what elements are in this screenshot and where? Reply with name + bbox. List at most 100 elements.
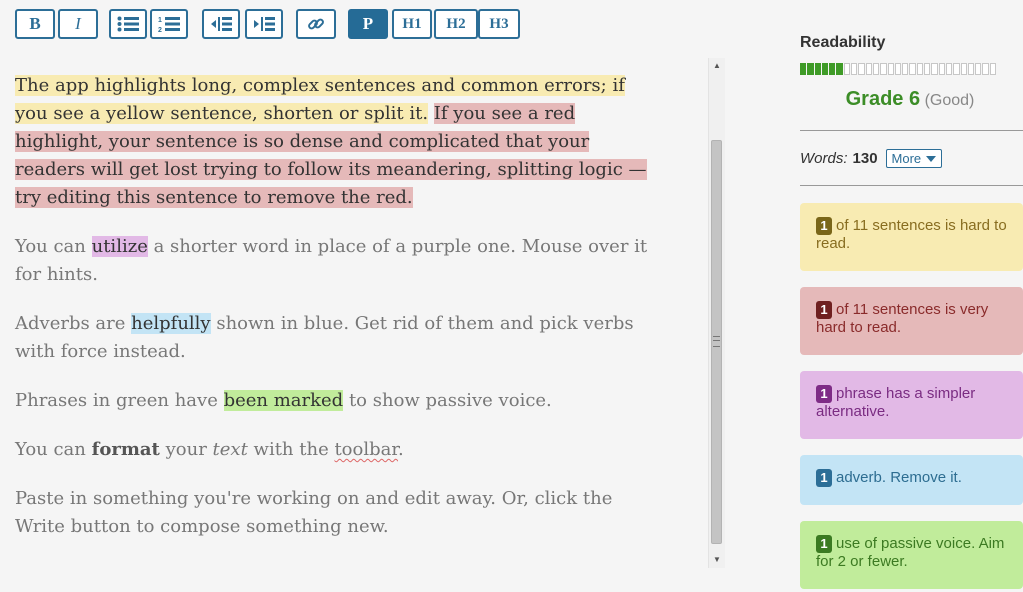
meter-segment [872,63,880,75]
grade-note: (Good) [924,92,975,109]
more-button[interactable]: More [885,149,943,168]
heading-2-button[interactable]: H2 [434,9,478,39]
indent-button[interactable] [245,9,283,39]
editor-area[interactable]: The app highlights long, complex sentenc… [0,58,708,568]
meter-segment [938,63,945,75]
text: You can [15,236,92,257]
grip-icon [713,336,720,347]
readability-sidebar: Readability Grade 6 (Good) Words: 130 Mo… [800,0,1023,592]
italic-button[interactable]: I [58,9,98,39]
meter-segment [982,63,989,75]
passive-voice-highlight[interactable]: been marked [223,390,344,411]
grade-display: Grade 6 (Good) [800,88,1020,111]
paragraph-2: You can utilize a shorter word in place … [15,233,655,289]
text: to show passive voice. [343,390,552,411]
card-text: of 11 sentences is very hard to read. [816,301,989,336]
meter-segment [967,63,975,75]
word-count: Words: 130 More [800,149,943,168]
count-badge: 1 [816,385,832,403]
spellcheck-word: toolbar [334,439,398,460]
readability-title: Readability [800,34,886,51]
scroll-down-arrow-icon[interactable]: ▼ [709,552,725,568]
caret-down-icon [926,155,937,162]
text: . [398,439,404,460]
scrolled-off-heading [15,58,655,66]
text: with the [247,439,335,460]
outdent-icon [211,17,232,31]
paragraph-6: Paste in something you're working on and… [15,488,613,537]
meter-segment [807,63,814,75]
meter-segment [916,63,924,75]
scroll-up-arrow-icon[interactable]: ▲ [709,58,725,74]
meter-segment [945,63,953,75]
card-text: adverb. Remove it. [836,469,962,486]
count-badge: 1 [816,535,832,553]
editor-scrollbar[interactable]: ▲ ▼ [708,58,725,568]
paragraph-5: You can format your text with the toolba… [15,436,655,464]
svg-text:2: 2 [158,27,162,33]
meter-segment [880,63,887,75]
bulleted-list-button[interactable] [109,9,147,39]
more-label: More [891,151,922,166]
meter-segment [989,63,997,75]
meter-segment [953,63,960,75]
meter-segment [894,63,902,75]
meter-segment [851,63,858,75]
meter-segment [800,63,807,75]
text: You can [15,439,92,460]
meter-segment [843,63,851,75]
meter-segment [858,63,865,75]
paragraph-3: Adverbs are helpfully shown in blue. Get… [15,310,655,366]
paragraph-button[interactable]: P [348,9,388,39]
adverb-card: 1 adverb. Remove it. [800,455,1023,505]
heading-3-button[interactable]: H3 [478,9,520,39]
meter-segment [814,63,821,75]
paragraph-1: The app highlights long, complex sentenc… [15,72,655,212]
text: Phrases in green have [15,390,224,411]
link-icon [308,18,324,30]
outdent-button[interactable] [202,9,240,39]
scrollbar-thumb[interactable] [711,140,722,544]
svg-text:1: 1 [158,17,162,24]
meter-segment [829,63,836,75]
bold-text: format [91,439,160,460]
numbered-list-icon: 1 2 [158,17,180,33]
divider [800,185,1023,186]
paragraph-4: Phrases in green have been marked to sho… [15,387,655,415]
hard-sentences-card: 1 of 11 sentences is hard to read. [800,203,1023,271]
italic-text: text [212,439,248,460]
divider [800,130,1023,131]
meter-segment [902,63,909,75]
readability-meter [800,63,997,75]
count-badge: 1 [816,469,832,487]
meter-segment [909,63,916,75]
count-badge: 1 [816,301,832,319]
count-badge: 1 [816,217,832,235]
link-button[interactable] [296,9,336,39]
simpler-word-highlight[interactable]: utilize [91,236,148,257]
numbered-list-button[interactable]: 1 2 [150,9,188,39]
heading-1-button[interactable]: H1 [392,9,432,39]
meter-segment [931,63,938,75]
meter-segment [975,63,982,75]
meter-segment [924,63,931,75]
meter-segment [887,63,894,75]
card-text: of 11 sentences is hard to read. [816,217,1007,252]
passive-voice-card: 1 use of passive voice. Aim for 2 or fewe… [800,521,1023,589]
meter-segment [836,63,843,75]
text: your [159,439,213,460]
card-text: use of passive voice. Aim for 2 or fewer… [816,535,1005,570]
words-label: Words: [800,150,848,167]
meter-segment [960,63,967,75]
editor-content[interactable]: The app highlights long, complex sentenc… [15,58,655,562]
meter-segment [821,63,829,75]
text: Adverbs are [15,313,132,334]
meter-segment [865,63,872,75]
adverb-highlight[interactable]: helpfully [131,313,211,334]
bold-button[interactable]: B [15,9,55,39]
very-hard-sentences-card: 1 of 11 sentences is very hard to read. [800,287,1023,355]
words-count: 130 [852,150,878,167]
card-text: phrase has a simpler alternative. [816,385,976,420]
simpler-alternative-card: 1 phrase has a simpler alternative. [800,371,1023,439]
grade-level: Grade 6 [845,88,921,110]
